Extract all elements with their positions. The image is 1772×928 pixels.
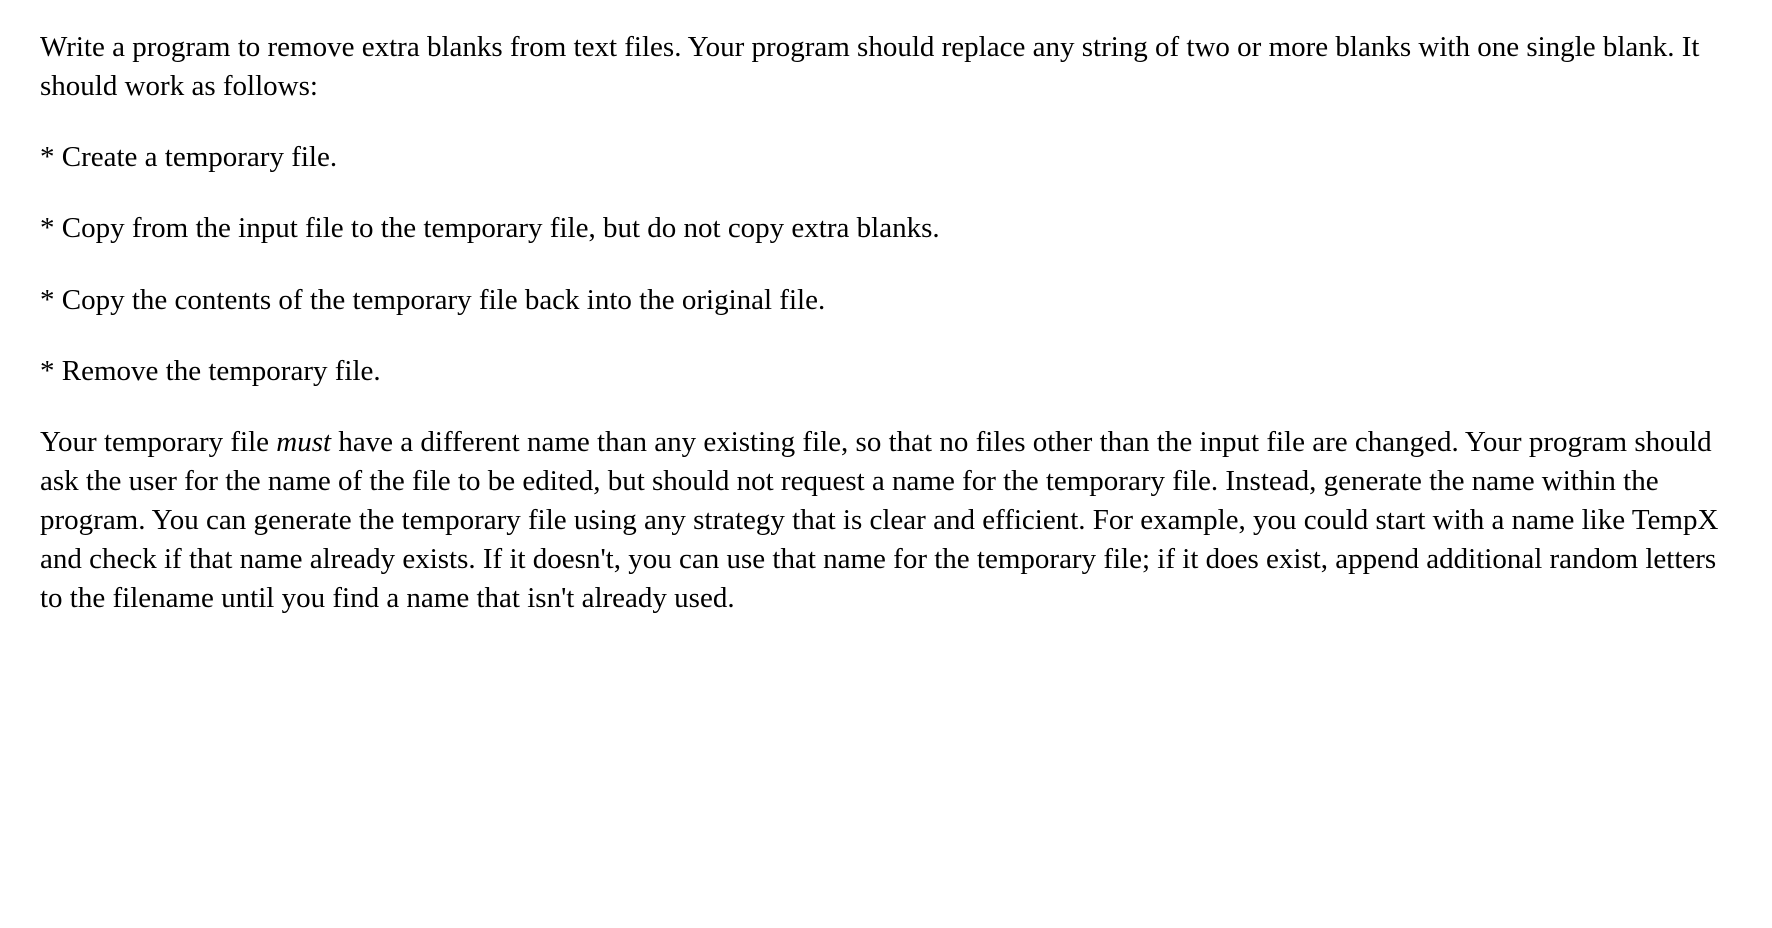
intro-paragraph: Write a program to remove extra blanks f… (40, 28, 1732, 106)
bullet-item-3: * Copy the contents of the temporary fil… (40, 281, 1732, 320)
bullet-item-2: * Copy from the input file to the tempor… (40, 209, 1732, 248)
bullet-item-1: * Create a temporary file. (40, 138, 1732, 177)
details-text-before: Your temporary file (40, 426, 276, 458)
emphasis-word: must (276, 426, 331, 458)
bullet-item-4: * Remove the temporary file. (40, 352, 1732, 391)
details-paragraph: Your temporary file must have a differen… (40, 423, 1732, 619)
